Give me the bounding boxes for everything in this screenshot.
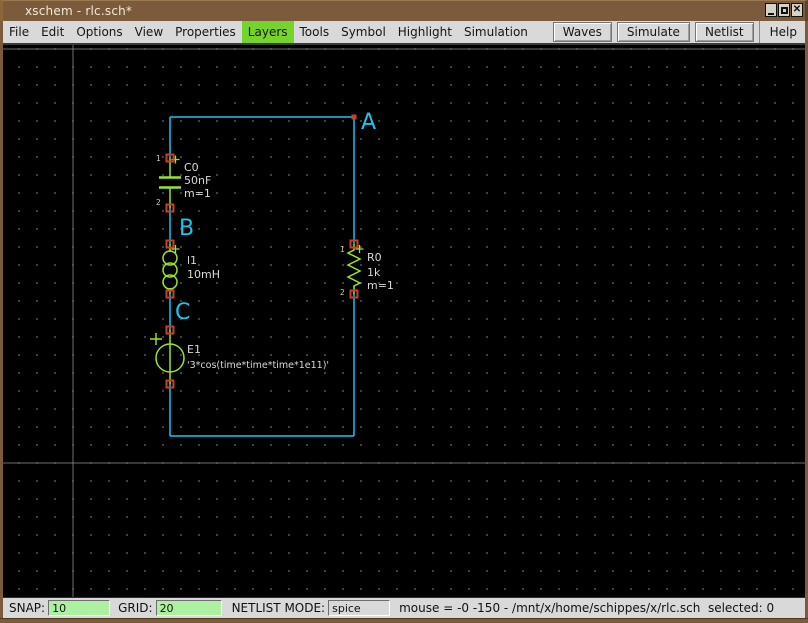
maximize-button[interactable] xyxy=(778,3,790,17)
simulate-button[interactable]: Simulate xyxy=(616,22,690,42)
titlebar[interactable]: xschem - rlc.sch* ✕ xyxy=(0,0,808,21)
window-bottom-border xyxy=(0,618,808,623)
schematic-drawing: 1 2 C0 50nF m=1 l1 10mH E1 '3*cos(time*t… xyxy=(3,45,805,597)
netlist-mode-input[interactable] xyxy=(328,600,391,616)
minimize-icon xyxy=(768,12,774,15)
node-label-a[interactable]: A xyxy=(361,110,376,135)
close-button[interactable]: ✕ xyxy=(791,3,803,17)
schematic-canvas[interactable]: 1 2 C0 50nF m=1 l1 10mH E1 '3*cos(time*t… xyxy=(3,45,805,597)
voltage-source-ref: E1 xyxy=(187,343,201,356)
grid-label: GRID: xyxy=(118,601,153,615)
menu-simulation[interactable]: Simulation xyxy=(458,21,534,43)
snap-input[interactable] xyxy=(48,600,111,616)
resistor-pin1-number: 1 xyxy=(340,245,345,254)
menu-edit[interactable]: Edit xyxy=(35,21,70,43)
menu-properties[interactable]: Properties xyxy=(169,21,242,43)
menu-layers[interactable]: Layers xyxy=(241,21,294,43)
grid-input[interactable] xyxy=(155,600,222,616)
capacitor-symbol[interactable]: 1 2 C0 50nF m=1 xyxy=(156,153,211,213)
xschem-window: xschem - rlc.sch* ✕ File Edit Options Vi… xyxy=(0,0,808,623)
capacitor-ref: C0 xyxy=(184,161,199,174)
resistor-pin2-number: 2 xyxy=(340,288,345,297)
menubar-divider xyxy=(758,21,760,43)
capacitor-mult: m=1 xyxy=(184,187,211,200)
resistor-value: 1k xyxy=(367,266,381,279)
node-label-b[interactable]: B xyxy=(179,216,194,241)
window-title: xschem - rlc.sch* xyxy=(25,4,133,18)
voltage-source-symbol[interactable]: E1 '3*cos(time*time*time*1e11)' xyxy=(150,325,329,389)
close-icon: ✕ xyxy=(792,4,802,15)
inductor-ref: l1 xyxy=(187,254,197,267)
inductor-symbol[interactable]: l1 10mH xyxy=(162,239,220,299)
capacitor-value: 50nF xyxy=(184,174,211,187)
resistor-ref: R0 xyxy=(367,251,382,264)
capacitor-pin1-number: 1 xyxy=(156,154,161,163)
snap-label: SNAP: xyxy=(9,601,46,615)
resistor-mult: m=1 xyxy=(367,279,394,292)
menu-view[interactable]: View xyxy=(129,21,169,43)
maximize-icon xyxy=(780,6,788,14)
statusbar: SNAP: GRID: NETLIST MODE: mouse = -0 -15… xyxy=(3,597,805,618)
menu-tools[interactable]: Tools xyxy=(294,21,336,43)
menubar: File Edit Options View Properties Layers… xyxy=(3,21,805,45)
wire-end-marker xyxy=(351,114,357,120)
waves-button[interactable]: Waves xyxy=(552,22,612,42)
menu-highlight[interactable]: Highlight xyxy=(392,21,458,43)
inductor-value: 10mH xyxy=(187,268,220,281)
menu-file[interactable]: File xyxy=(3,21,35,43)
node-label-c[interactable]: C xyxy=(175,300,190,325)
voltage-source-value: '3*cos(time*time*time*1e11)' xyxy=(187,360,329,371)
menu-help[interactable]: Help xyxy=(762,21,805,43)
resistor-zigzag xyxy=(346,244,362,294)
netlist-mode-label: NETLIST MODE: xyxy=(231,601,326,615)
voltage-source-plus-mark xyxy=(150,333,162,345)
minimize-button[interactable] xyxy=(765,3,777,17)
window-controls: ✕ xyxy=(765,3,803,17)
menu-symbol[interactable]: Symbol xyxy=(335,21,392,43)
netlist-button[interactable]: Netlist xyxy=(694,22,754,42)
menu-options[interactable]: Options xyxy=(70,21,128,43)
capacitor-pin2-number: 2 xyxy=(156,198,161,207)
resistor-symbol[interactable]: 1 2 R0 1k m=1 xyxy=(340,239,394,299)
mouse-status-text: mouse = -0 -150 - /mnt/x/home/schippes/x… xyxy=(399,601,775,615)
